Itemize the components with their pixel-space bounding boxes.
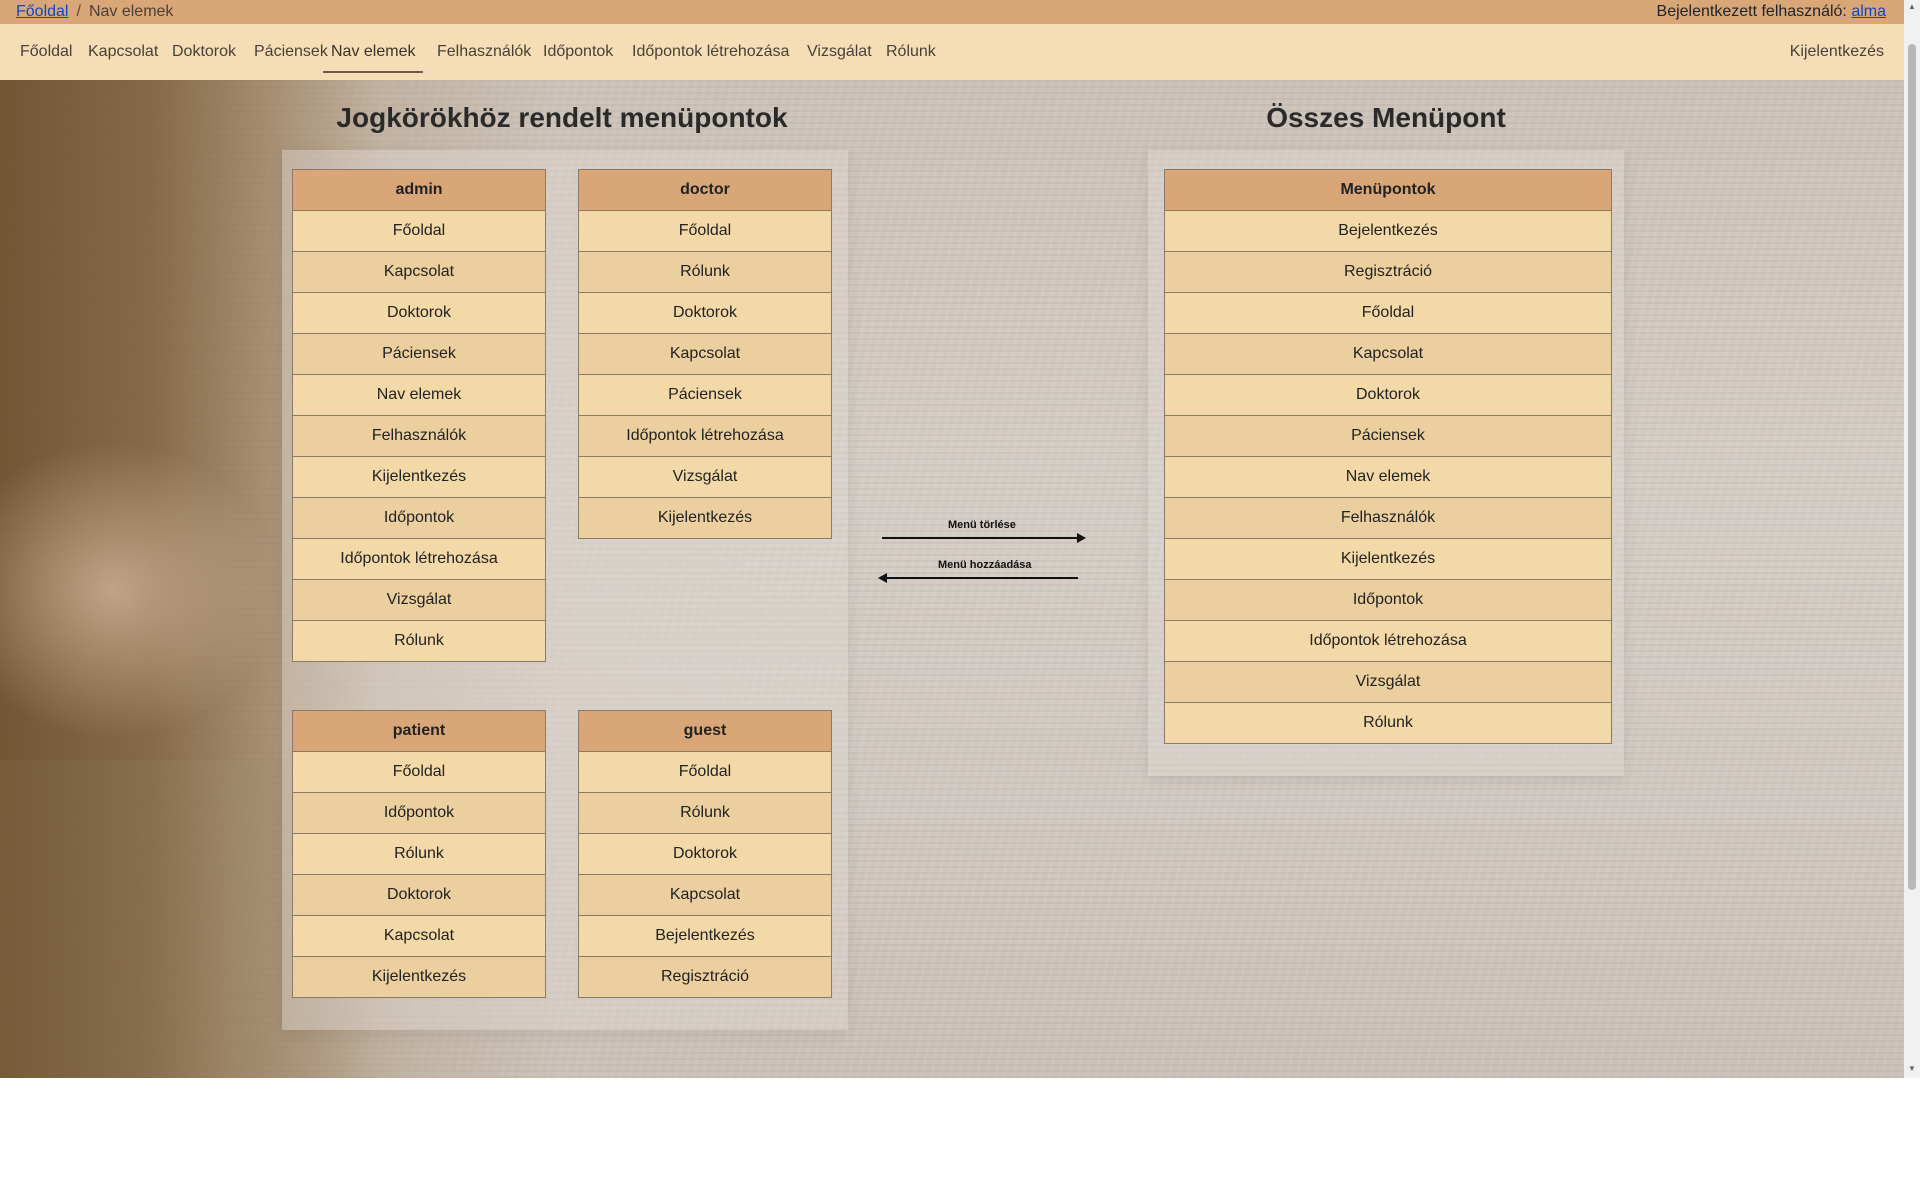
nav-logout-link[interactable]: Kijelentkezés bbox=[1790, 24, 1884, 80]
role-table-patient: patient Főoldal Időpontok Rólunk Doktoro… bbox=[292, 710, 546, 998]
all-menu-title: Menüpontok bbox=[1164, 169, 1612, 211]
nav-item-felhasznalok[interactable]: Felhasználók bbox=[437, 24, 531, 71]
menu-item[interactable]: Rólunk bbox=[1164, 702, 1612, 744]
role-table-guest: guest Főoldal Rólunk Doktorok Kapcsolat … bbox=[578, 710, 832, 998]
menu-item[interactable]: Páciensek bbox=[578, 374, 832, 416]
menu-item[interactable]: Rólunk bbox=[578, 792, 832, 834]
menu-item[interactable]: Bejelentkezés bbox=[578, 915, 832, 957]
menu-item[interactable]: Időpontok bbox=[1164, 579, 1612, 621]
breadcrumb-separator: / bbox=[76, 3, 81, 20]
scrollbar-thumb[interactable] bbox=[1908, 44, 1916, 890]
role-title-doctor: doctor bbox=[578, 169, 832, 211]
menu-item[interactable]: Kijelentkezés bbox=[1164, 538, 1612, 580]
menu-item[interactable]: Páciensek bbox=[292, 333, 546, 375]
logged-in-label: Bejelentkezett felhasználó: bbox=[1656, 3, 1847, 20]
menu-item[interactable]: Rólunk bbox=[292, 620, 546, 662]
menu-item[interactable]: Felhasználók bbox=[292, 415, 546, 457]
menu-item[interactable]: Nav elemek bbox=[292, 374, 546, 416]
menu-item[interactable]: Vizsgálat bbox=[292, 579, 546, 621]
menu-item[interactable]: Doktorok bbox=[1164, 374, 1612, 416]
menu-item[interactable]: Rólunk bbox=[292, 833, 546, 875]
logged-in-user: Bejelentkezett felhasználó: alma bbox=[1657, 0, 1886, 24]
nav-item-idopontok-letrehozasa[interactable]: Időpontok létrehozása bbox=[632, 24, 789, 71]
menu-item[interactable]: Kijelentkezés bbox=[292, 956, 546, 998]
navbar: Főoldal Kapcsolat Doktorok Páciensek Nav… bbox=[0, 24, 1904, 80]
nav-item-fooldal[interactable]: Főoldal bbox=[20, 24, 72, 71]
menu-item[interactable]: Felhasználók bbox=[1164, 497, 1612, 539]
breadcrumb: Főoldal / Nav elemek bbox=[16, 0, 173, 24]
all-menu-table: Menüpontok Bejelentkezés Regisztráció Fő… bbox=[1164, 169, 1612, 744]
role-title-admin: admin bbox=[292, 169, 546, 211]
delete-menu-label: Menü törlése bbox=[948, 519, 1016, 531]
menu-item[interactable]: Időpontok létrehozása bbox=[292, 538, 546, 580]
menu-item[interactable]: Kijelentkezés bbox=[578, 497, 832, 539]
menu-item[interactable]: Időpontok létrehozása bbox=[1164, 620, 1612, 662]
nav-item-doktorok[interactable]: Doktorok bbox=[172, 24, 236, 71]
page-viewport: Főoldal / Nav elemek Bejelentkezett felhas… bbox=[0, 0, 1904, 1078]
menu-item[interactable]: Kijelentkezés bbox=[292, 456, 546, 498]
menu-item[interactable]: Doktorok bbox=[292, 874, 546, 916]
breadcrumb-current: Nav elemek bbox=[88, 3, 174, 20]
nav-item-rolunk[interactable]: Rólunk bbox=[886, 24, 936, 71]
menu-item[interactable]: Nav elemek bbox=[1164, 456, 1612, 498]
nav-item-paciensek[interactable]: Páciensek bbox=[254, 24, 328, 71]
breadcrumb-home-link[interactable]: Főoldal bbox=[16, 3, 68, 20]
menu-item[interactable]: Doktorok bbox=[292, 292, 546, 334]
all-menu-heading: Összes Menüpont bbox=[1266, 102, 1506, 133]
menu-item[interactable]: Páciensek bbox=[1164, 415, 1612, 457]
menu-item[interactable]: Vizsgálat bbox=[1164, 661, 1612, 703]
background-glow bbox=[0, 440, 280, 740]
nav-item-vizsgalat[interactable]: Vizsgálat bbox=[807, 24, 872, 71]
menu-item[interactable]: Főoldal bbox=[578, 751, 832, 793]
menu-item[interactable]: Doktorok bbox=[578, 833, 832, 875]
menu-item[interactable]: Regisztráció bbox=[578, 956, 832, 998]
menu-item[interactable]: Kapcsolat bbox=[292, 251, 546, 293]
menu-item[interactable]: Doktorok bbox=[578, 292, 832, 334]
nav-item-idopontok[interactable]: Időpontok bbox=[543, 24, 613, 71]
menu-item[interactable]: Főoldal bbox=[578, 210, 832, 252]
menu-item[interactable]: Rólunk bbox=[578, 251, 832, 293]
role-title-patient: patient bbox=[292, 710, 546, 752]
menu-item[interactable]: Főoldal bbox=[292, 751, 546, 793]
menu-item[interactable]: Kapcsolat bbox=[1164, 333, 1612, 375]
menu-item[interactable]: Főoldal bbox=[292, 210, 546, 252]
nav-item-nav-elemek[interactable]: Nav elemek bbox=[323, 24, 424, 73]
username-link[interactable]: alma bbox=[1851, 3, 1886, 20]
menu-item[interactable]: Kapcsolat bbox=[578, 874, 832, 916]
menu-item[interactable]: Időpontok bbox=[292, 792, 546, 834]
menu-item[interactable]: Kapcsolat bbox=[292, 915, 546, 957]
scroll-down-arrow-icon[interactable]: ▼ bbox=[1908, 1064, 1916, 1073]
add-menu-arrow[interactable] bbox=[878, 573, 1078, 583]
scroll-up-arrow-icon[interactable]: ▲ bbox=[1908, 2, 1916, 11]
menu-item[interactable]: Főoldal bbox=[1164, 292, 1612, 334]
menu-item[interactable]: Kapcsolat bbox=[578, 333, 832, 375]
menu-item[interactable]: Időpontok bbox=[292, 497, 546, 539]
menu-item[interactable]: Bejelentkezés bbox=[1164, 210, 1612, 252]
role-table-admin: admin Főoldal Kapcsolat Doktorok Páciens… bbox=[292, 169, 546, 662]
delete-menu-arrow[interactable] bbox=[882, 533, 1086, 543]
menu-item[interactable]: Vizsgálat bbox=[578, 456, 832, 498]
menu-item[interactable]: Regisztráció bbox=[1164, 251, 1612, 293]
role-title-guest: guest bbox=[578, 710, 832, 752]
add-menu-label: Menü hozzáadása bbox=[938, 559, 1032, 571]
role-table-doctor: doctor Főoldal Rólunk Doktorok Kapcsolat… bbox=[578, 169, 832, 539]
roles-heading: Jogkörökhöz rendelt menüpontok bbox=[336, 102, 788, 133]
nav-item-kapcsolat[interactable]: Kapcsolat bbox=[88, 24, 158, 71]
menu-item[interactable]: Időpontok létrehozása bbox=[578, 415, 832, 457]
top-bar: Főoldal / Nav elemek Bejelentkezett felhas… bbox=[0, 0, 1904, 24]
